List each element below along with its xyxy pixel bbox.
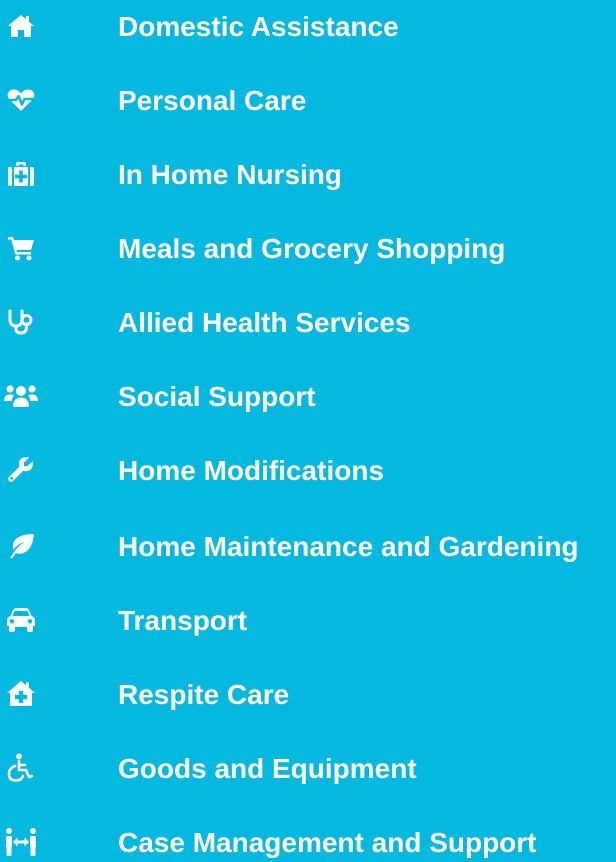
service-label: Domestic Assistance	[118, 11, 399, 42]
clinic-house-icon	[3, 680, 39, 708]
wrench-icon	[3, 456, 39, 484]
leaf-icon	[3, 532, 39, 560]
services-list: Domestic Assistance Personal Care In Hom…	[0, 0, 616, 862]
service-in-home-nursing[interactable]: In Home Nursing	[0, 152, 616, 198]
service-label: Goods and Equipment	[118, 753, 417, 784]
service-label: Case Management and Support	[118, 827, 537, 858]
service-meals-grocery[interactable]: Meals and Grocery Shopping	[0, 226, 616, 272]
shopping-cart-icon	[3, 234, 39, 262]
service-label: Respite Care	[118, 679, 290, 710]
service-label: Meals and Grocery Shopping	[118, 233, 506, 264]
service-home-maintenance-gardening[interactable]: Home Maintenance and Gardening	[0, 524, 616, 570]
service-label: Social Support	[118, 381, 316, 412]
medkit-icon	[3, 160, 39, 188]
service-label: Transport	[118, 605, 248, 636]
wheelchair-icon	[3, 753, 39, 782]
users-icon	[3, 382, 39, 410]
service-personal-care[interactable]: Personal Care	[0, 78, 616, 124]
service-social-support[interactable]: Social Support	[0, 374, 616, 420]
service-label: In Home Nursing	[118, 159, 343, 190]
service-case-management[interactable]: Case Management and Support	[0, 820, 616, 862]
heartbeat-icon	[3, 86, 39, 114]
service-goods-equipment[interactable]: Goods and Equipment	[0, 746, 616, 792]
service-respite-care[interactable]: Respite Care	[0, 672, 616, 718]
service-domestic-assistance[interactable]: Domestic Assistance	[0, 4, 616, 50]
service-label: Allied Health Services	[118, 307, 411, 338]
service-label: Home Maintenance and Gardening	[118, 531, 579, 562]
service-transport[interactable]: Transport	[0, 598, 616, 644]
car-icon	[3, 606, 39, 634]
people-arrows-icon	[3, 828, 39, 856]
service-allied-health[interactable]: Allied Health Services	[0, 300, 616, 346]
home-icon	[3, 12, 39, 40]
service-label: Personal Care	[118, 85, 307, 116]
stethoscope-icon	[3, 308, 39, 336]
service-label: Home Modifications	[118, 455, 385, 486]
service-home-modifications[interactable]: Home Modifications	[0, 448, 616, 494]
